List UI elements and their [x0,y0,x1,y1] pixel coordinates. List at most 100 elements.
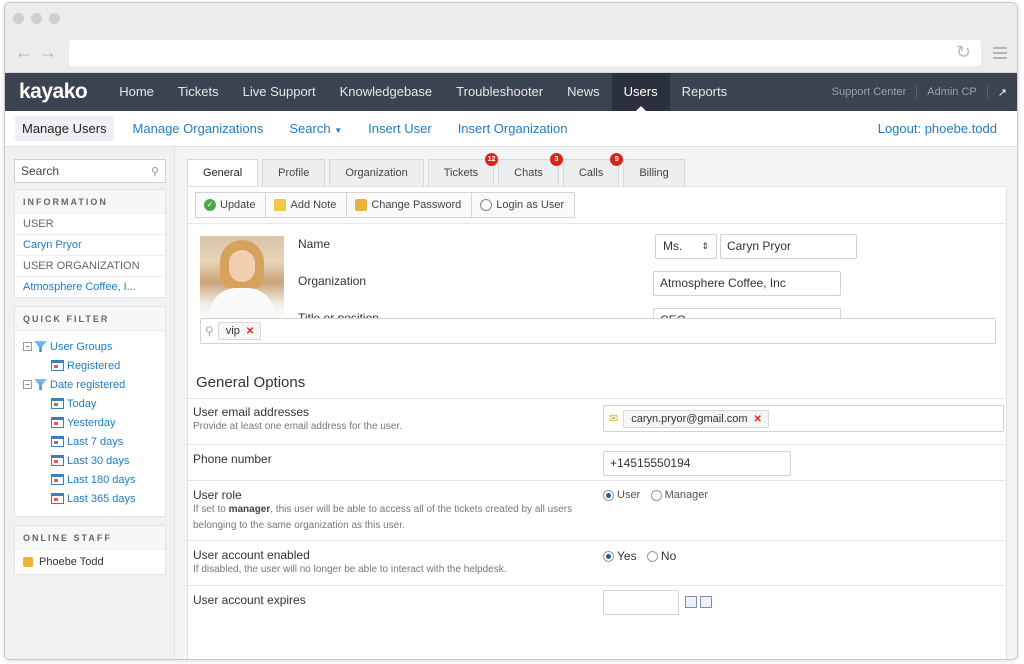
toolbar: ✓ Update Add Note Change Password Login a… [188,187,1006,224]
tab-general[interactable]: General [187,159,259,187]
email-row: User email addresses Provide at least on… [188,398,1006,444]
tree-last-30-days[interactable]: Last 30 days [23,451,157,470]
panel-title: INFORMATION [15,190,165,214]
radio-label: Yes [617,549,637,563]
general-options: User email addresses Provide at least on… [188,398,1006,615]
hamburger-icon[interactable] [993,44,1007,62]
note-icon [274,199,287,211]
nav-news[interactable]: News [555,73,612,111]
tab-organization[interactable]: Organization [329,159,424,186]
email-input[interactable]: ✉ caryn.pryor@gmail.com ✕ [603,405,1004,432]
nav-users[interactable]: Users [611,73,670,111]
nav-tickets[interactable]: Tickets [166,73,231,111]
subnav-insert-user[interactable]: Insert User [361,116,439,141]
url-input[interactable]: ↻ [69,39,981,66]
salutation-select[interactable]: Ms. ⇕ [655,234,717,259]
role-manager-radio[interactable]: Manager [650,489,708,501]
remove-tag-icon[interactable]: ✕ [246,326,254,337]
user-organization-link[interactable]: Atmosphere Coffee, I... [15,277,165,297]
expires-date-input[interactable] [603,590,679,615]
salutation-value: Ms. [663,239,683,253]
minimize-window-dot[interactable] [31,12,42,24]
calendar-icon [51,417,64,428]
tab-chats[interactable]: Chats 3 [498,153,563,186]
organization-input[interactable]: Atmosphere Coffee, Inc [653,271,841,296]
tab-label: General [203,167,243,179]
tab-tickets[interactable]: Tickets 12 [427,153,499,186]
tree-user-groups[interactable]: − User Groups [23,337,157,356]
tab-billing[interactable]: Billing [623,159,685,186]
staff-item[interactable]: Phoebe Todd [15,550,165,574]
user-organization-label: USER ORGANIZATION [15,256,165,277]
avatar[interactable] [200,236,284,320]
lock-icon [355,199,368,211]
nav-live-support[interactable]: Live Support [231,73,328,111]
tree-last-7-days[interactable]: Last 7 days [23,432,157,451]
enabled-no-radio[interactable]: No [646,549,676,563]
search-icon[interactable]: ⚲ [151,165,159,178]
user-tabs: General Profile Organization Tickets 12 C… [187,153,1007,187]
remove-email-icon[interactable]: ✕ [754,414,762,425]
tree-label: Date registered [50,378,126,391]
subnav-manage-users[interactable]: Manage Users [15,116,114,141]
nav-reports[interactable]: Reports [670,73,740,111]
radio-selected-icon [603,550,614,562]
role-user-radio[interactable]: User [603,489,640,501]
enabled-yes-radio[interactable]: Yes [603,549,637,563]
login-as-user-button[interactable]: Login as User [471,192,576,218]
support-center-link[interactable]: Support Center [832,86,907,98]
tree-date-registered[interactable]: − Date registered [23,375,157,394]
tickets-count-badge: 12 [485,153,499,166]
email-chip[interactable]: caryn.pryor@gmail.com ✕ [623,409,769,428]
user-icon [480,199,493,211]
radio-empty-icon [646,550,658,562]
kayako-logo[interactable]: kayako [19,80,88,104]
tree-label: Last 365 days [67,492,136,505]
tab-label: Profile [278,167,310,179]
tab-calls[interactable]: Calls 9 [562,153,624,186]
tree-label: Yesterday [67,416,116,429]
collapse-icon[interactable]: − [23,342,32,351]
online-staff-panel: ONLINE STAFF Phoebe Todd [14,525,166,575]
enabled-row: User account enabled If disabled, the us… [188,540,1006,585]
change-password-button[interactable]: Change Password [346,192,473,218]
forward-arrow-icon[interactable]: → [39,42,63,63]
collapse-icon[interactable]: − [23,380,32,389]
tree-yesterday[interactable]: Yesterday [23,413,157,432]
subnav-insert-organization[interactable]: Insert Organization [451,116,575,141]
tree-registered[interactable]: Registered [23,356,157,375]
tags-input[interactable]: ⚲ vip ✕ [200,318,996,344]
tag-chip[interactable]: vip ✕ [217,322,262,340]
popout-icon[interactable]: ↗ [998,86,1007,99]
nav-troubleshooter[interactable]: Troubleshooter [444,73,555,111]
add-note-button[interactable]: Add Note [265,192,348,218]
tree-last-180-days[interactable]: Last 180 days [23,470,157,489]
admin-cp-link[interactable]: Admin CP [927,86,977,98]
zoom-window-dot[interactable] [49,12,60,24]
calendar-picker-icon[interactable] [682,596,712,611]
close-window-dot[interactable] [13,12,24,24]
nav-knowledgebase[interactable]: Knowledgebase [328,73,445,111]
enabled-description: If disabled, the user will no longer be … [193,564,507,575]
select-arrows-icon: ⇕ [701,241,709,251]
back-arrow-icon[interactable]: ← [15,42,39,63]
update-button[interactable]: ✓ Update [195,192,267,218]
subnav-manage-organizations[interactable]: Manage Organizations [126,116,271,141]
tree-last-365-days[interactable]: Last 365 days [23,489,157,508]
tab-profile[interactable]: Profile [262,159,326,186]
logout-link[interactable]: Logout: phoebe.todd [878,121,997,136]
expires-row: User account expires [188,585,1006,615]
avatar-face [229,250,255,282]
tag-label: vip [225,325,240,337]
phone-input[interactable]: +14515550194 [603,451,791,476]
subnav-search[interactable]: Search ▼ [282,116,349,141]
name-input[interactable]: Caryn Pryor [720,234,857,259]
sidebar-search-input[interactable]: Search ⚲ [14,159,166,183]
reload-icon[interactable]: ↻ [956,42,971,63]
nav-home[interactable]: Home [107,73,166,111]
tree-today[interactable]: Today [23,394,157,413]
tab-label: Billing [639,167,669,179]
user-link[interactable]: Caryn Pryor [15,235,165,256]
page-body: Search ⚲ INFORMATION USER Caryn Pryor US… [5,147,1017,659]
tree-label: Last 180 days [67,473,136,486]
